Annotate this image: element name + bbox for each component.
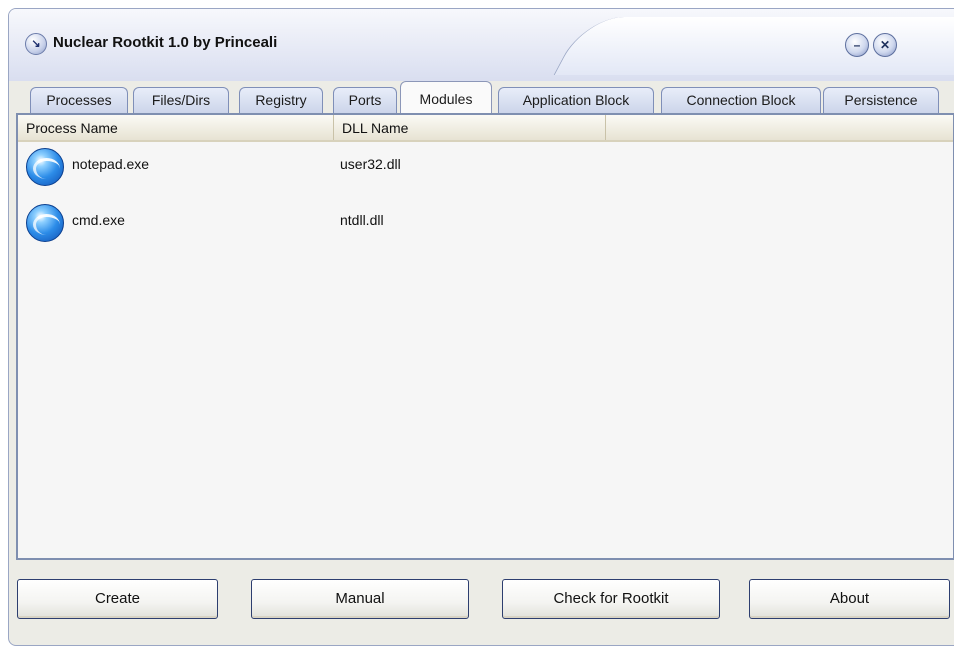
tab-registry[interactable]: Registry <box>239 87 323 113</box>
close-icon: ✕ <box>879 38 891 52</box>
tab-processes[interactable]: Processes <box>30 87 128 113</box>
tab-strip: Processes Files/Dirs Registry Ports Modu… <box>9 77 954 114</box>
minimize-button[interactable]: – <box>845 33 869 57</box>
globe-icon <box>26 148 64 186</box>
table-row[interactable]: notepad.exe user32.dll <box>18 143 953 191</box>
tab-application-block[interactable]: Application Block <box>498 87 654 113</box>
main-window: ↘ Nuclear Rootkit 1.0 by Princeali – ✕ P… <box>8 8 954 646</box>
tab-persistence[interactable]: Persistence <box>823 87 939 113</box>
bottom-button-bar: Create Manual Check for Rootkit About <box>9 565 954 645</box>
column-header-dll-name[interactable]: DLL Name <box>334 115 606 140</box>
column-header-process-name[interactable]: Process Name <box>18 115 334 140</box>
minimize-icon: – <box>853 38 861 52</box>
globe-icon <box>26 204 64 242</box>
tab-modules[interactable]: Modules <box>400 81 492 113</box>
app-menu-icon[interactable]: ↘ <box>25 33 47 55</box>
check-for-rootkit-button[interactable]: Check for Rootkit <box>502 579 720 619</box>
dll-name-cell: ntdll.dll <box>340 212 384 228</box>
process-name-cell: cmd.exe <box>72 212 125 228</box>
modules-list-view[interactable]: Process Name DLL Name notepad.exe user32… <box>16 113 954 560</box>
dll-name-cell: user32.dll <box>340 156 401 172</box>
list-header: Process Name DLL Name <box>18 115 953 142</box>
about-button[interactable]: About <box>749 579 950 619</box>
manual-button[interactable]: Manual <box>251 579 469 619</box>
tab-files-dirs[interactable]: Files/Dirs <box>133 87 229 113</box>
column-header-empty <box>606 115 953 140</box>
process-name-cell: notepad.exe <box>72 156 150 172</box>
create-button[interactable]: Create <box>17 579 218 619</box>
table-row[interactable]: cmd.exe ntdll.dll <box>18 199 953 247</box>
close-button[interactable]: ✕ <box>873 33 897 57</box>
title-bar[interactable]: ↘ Nuclear Rootkit 1.0 by Princeali – ✕ <box>9 9 954 81</box>
tab-ports[interactable]: Ports <box>333 87 397 113</box>
tab-connection-block[interactable]: Connection Block <box>661 87 821 113</box>
window-title: Nuclear Rootkit 1.0 by Princeali <box>53 34 278 51</box>
